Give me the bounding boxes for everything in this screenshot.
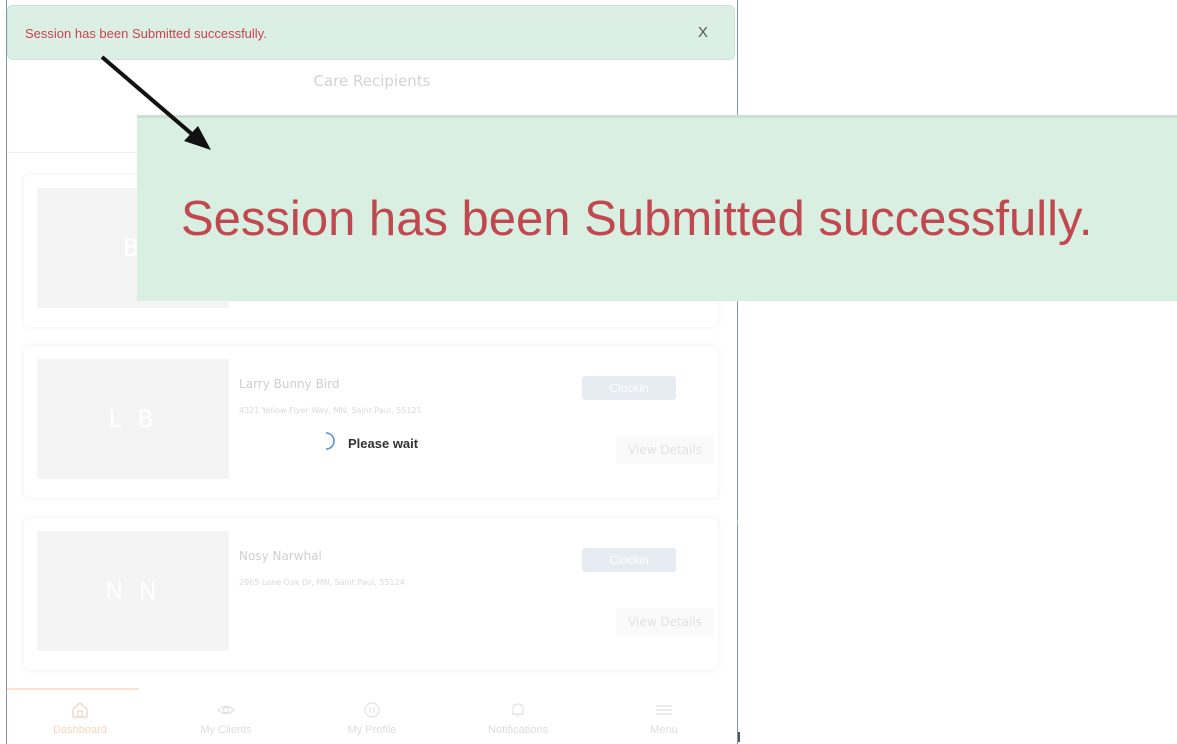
- profile-icon: [364, 702, 380, 718]
- recipient-address: 2965 Lone Oak Dr, MN, Saint Paul, 55124: [239, 578, 405, 587]
- nav-item-menu[interactable]: Menu: [591, 694, 737, 744]
- zoomed-toast-message: Session has been Submitted successfully.: [181, 192, 1093, 246]
- bottom-navigation: Dashboard My Clients My Profile Notifica…: [7, 688, 737, 744]
- avatar: L B: [37, 359, 229, 479]
- menu-icon: [656, 705, 672, 715]
- nav-label: Notifications: [488, 724, 548, 736]
- care-recipient-card[interactable]: L B Larry Bunny Bird 4321 Yellow Flyer W…: [24, 346, 718, 498]
- loading-text: Please wait: [348, 436, 419, 451]
- nav-item-my-clients[interactable]: My Clients: [153, 694, 299, 744]
- nav-label: Dashboard: [53, 724, 107, 736]
- toast-message: Session has been Submitted successfully.: [25, 26, 267, 41]
- recipient-name: Nosy Narwhal: [239, 549, 322, 563]
- nav-label: My Clients: [200, 724, 252, 736]
- nav-label: Menu: [650, 724, 678, 736]
- frame-tick: [737, 520, 738, 524]
- avatar: N N: [37, 531, 229, 651]
- view-details-button[interactable]: View Details: [616, 608, 714, 636]
- nav-item-my-profile[interactable]: My Profile: [299, 694, 445, 744]
- nav-item-dashboard[interactable]: Dashboard: [7, 694, 153, 744]
- page-title: Care Recipients: [313, 72, 431, 90]
- toast-close-button[interactable]: X: [698, 24, 708, 41]
- success-toast: Session has been Submitted successfully.…: [7, 5, 735, 60]
- recipient-name: Larry Bunny Bird: [239, 377, 340, 391]
- clockin-button[interactable]: Clockin: [582, 376, 676, 400]
- frame-tick: [738, 732, 740, 742]
- nav-item-notifications[interactable]: Notifications: [445, 694, 591, 744]
- bell-icon: [512, 703, 524, 717]
- eye-icon: [217, 705, 235, 715]
- mobile-app-frame: Care Recipients B L B Larry Bunny Bird 4…: [6, 0, 738, 744]
- active-tab-indicator: [7, 688, 139, 690]
- zoomed-toast-callout: Session has been Submitted successfully.: [137, 115, 1177, 301]
- home-icon: [72, 702, 88, 718]
- loading-spinner-icon: [325, 432, 335, 450]
- clockin-button[interactable]: Clockin: [582, 548, 676, 572]
- view-details-button[interactable]: View Details: [616, 436, 714, 464]
- nav-label: My Profile: [347, 724, 397, 736]
- recipient-address: 4321 Yellow Flyer Way, MN, Saint Paul, 5…: [239, 406, 422, 415]
- care-recipient-card[interactable]: N N Nosy Narwhal 2965 Lone Oak Dr, MN, S…: [24, 518, 718, 670]
